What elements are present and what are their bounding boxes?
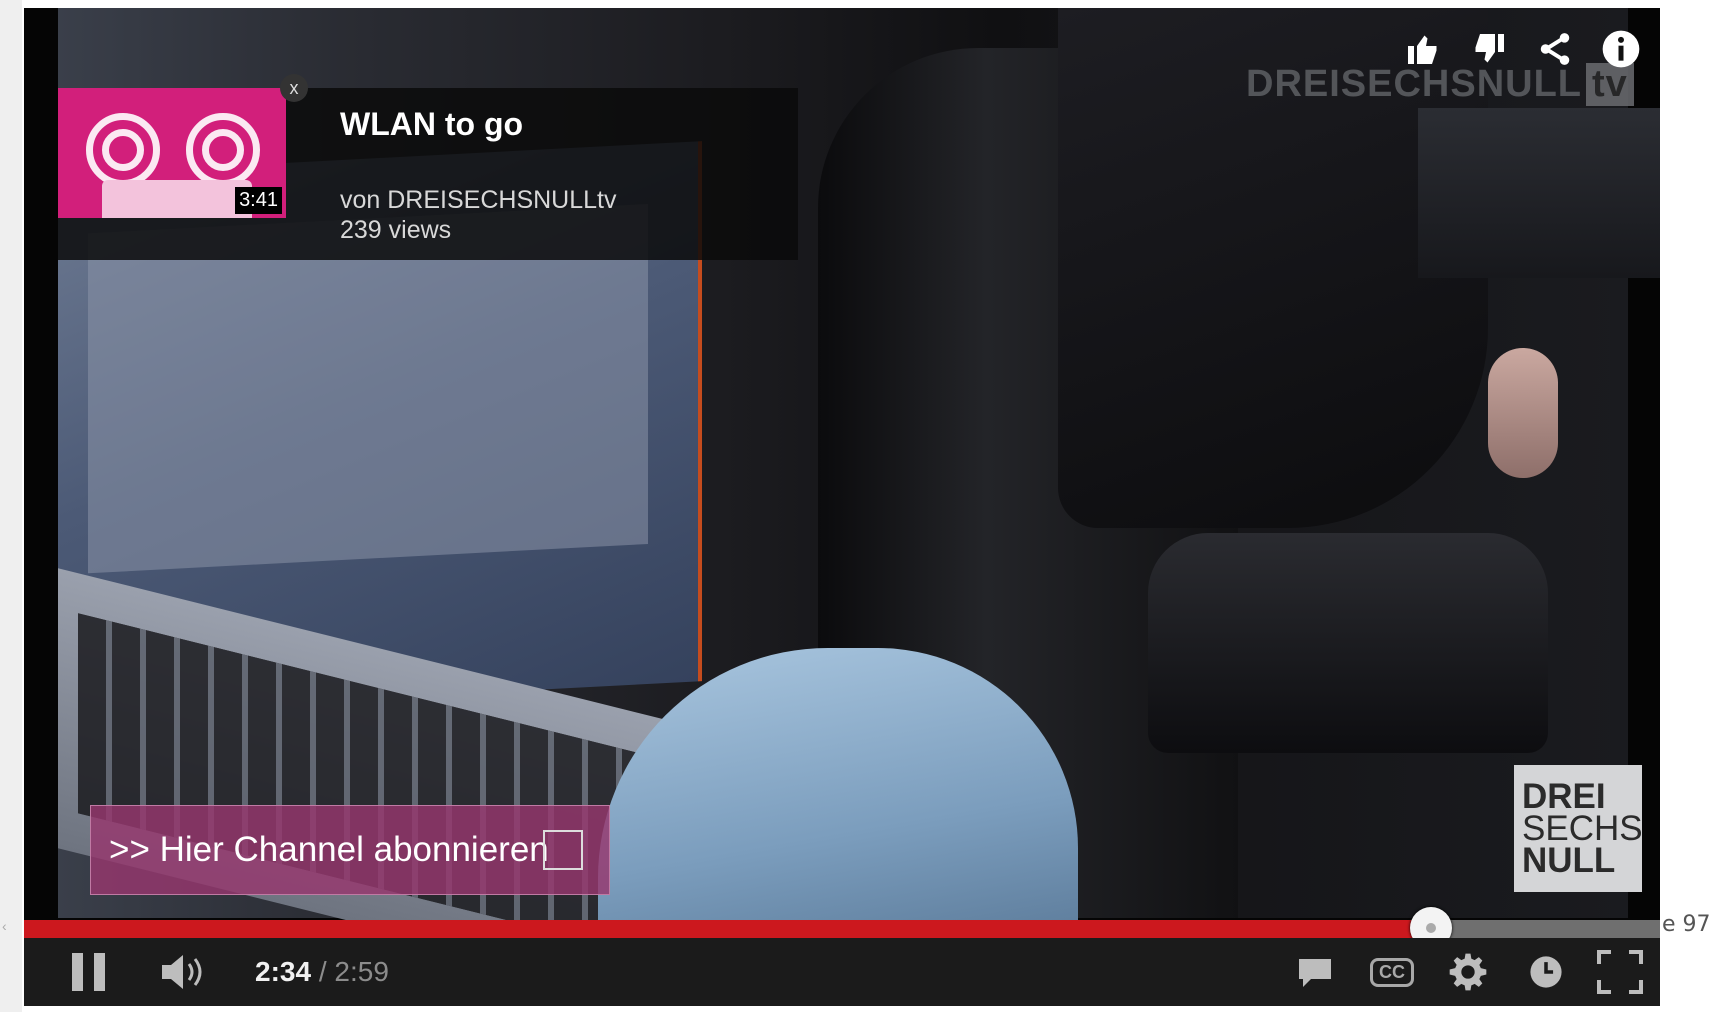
card-title[interactable]: WLAN to go <box>340 106 523 143</box>
progress-played <box>24 920 1431 938</box>
pause-button[interactable] <box>66 950 112 994</box>
hand <box>1488 348 1558 478</box>
subscribe-label: >> Hier Channel abonnieren <box>109 830 549 869</box>
car-console <box>1418 108 1660 278</box>
total-time: 2:59 <box>334 956 389 987</box>
captions-button[interactable]: CC <box>1367 950 1417 994</box>
time-display: 2:34 / 2:59 <box>255 956 389 988</box>
dislike-icon[interactable] <box>1466 26 1512 72</box>
card-channel[interactable]: von DREISECHSNULLtv <box>340 186 616 215</box>
video-player[interactable]: DREISECHSNULL tv DREI SECHS NULL 3:41 x W <box>24 8 1660 1006</box>
subscribe-annotation[interactable]: >> Hier Channel abonnieren <box>90 805 610 895</box>
time-separator: / <box>311 956 335 987</box>
progress-bar[interactable] <box>24 907 1660 949</box>
fullscreen-icon[interactable] <box>1594 950 1646 994</box>
video-suggestion-card[interactable]: 3:41 x WLAN to go von DREISECHSNULLtv 23… <box>58 74 798 260</box>
current-time: 2:34 <box>255 956 312 987</box>
info-icon[interactable] <box>1598 26 1644 72</box>
page-fragment-left: ‹ <box>2 918 7 934</box>
share-icon[interactable] <box>1532 26 1578 72</box>
like-icon[interactable] <box>1400 26 1446 72</box>
thumbnail-duration: 3:41 <box>235 187 282 214</box>
page-text-fragment: e 97 <box>1662 912 1711 937</box>
annotations-icon[interactable] <box>1293 950 1337 994</box>
logo-line-1: DREI <box>1522 776 1606 816</box>
captions-label: CC <box>1370 957 1414 987</box>
video-thumbnail[interactable]: 3:41 <box>58 88 286 218</box>
card-views: 239 views <box>340 216 452 244</box>
watch-later-clock-icon[interactable] <box>1524 950 1568 994</box>
channel-logo[interactable]: DREI SECHS NULL <box>1514 765 1643 892</box>
annotation-close-box[interactable] <box>543 830 583 870</box>
close-icon[interactable]: x <box>280 74 308 102</box>
armrest <box>1148 533 1548 753</box>
logo-line-2: SECHS <box>1522 808 1643 848</box>
volume-icon[interactable] <box>159 950 209 994</box>
page-background-right <box>1660 0 1715 1012</box>
logo-line-3: NULL <box>1522 840 1616 880</box>
settings-gear-icon[interactable] <box>1444 950 1492 994</box>
page-background-left <box>0 0 22 1012</box>
top-actions <box>1400 26 1644 72</box>
control-bar: 2:34 / 2:59 CC <box>24 938 1660 1006</box>
